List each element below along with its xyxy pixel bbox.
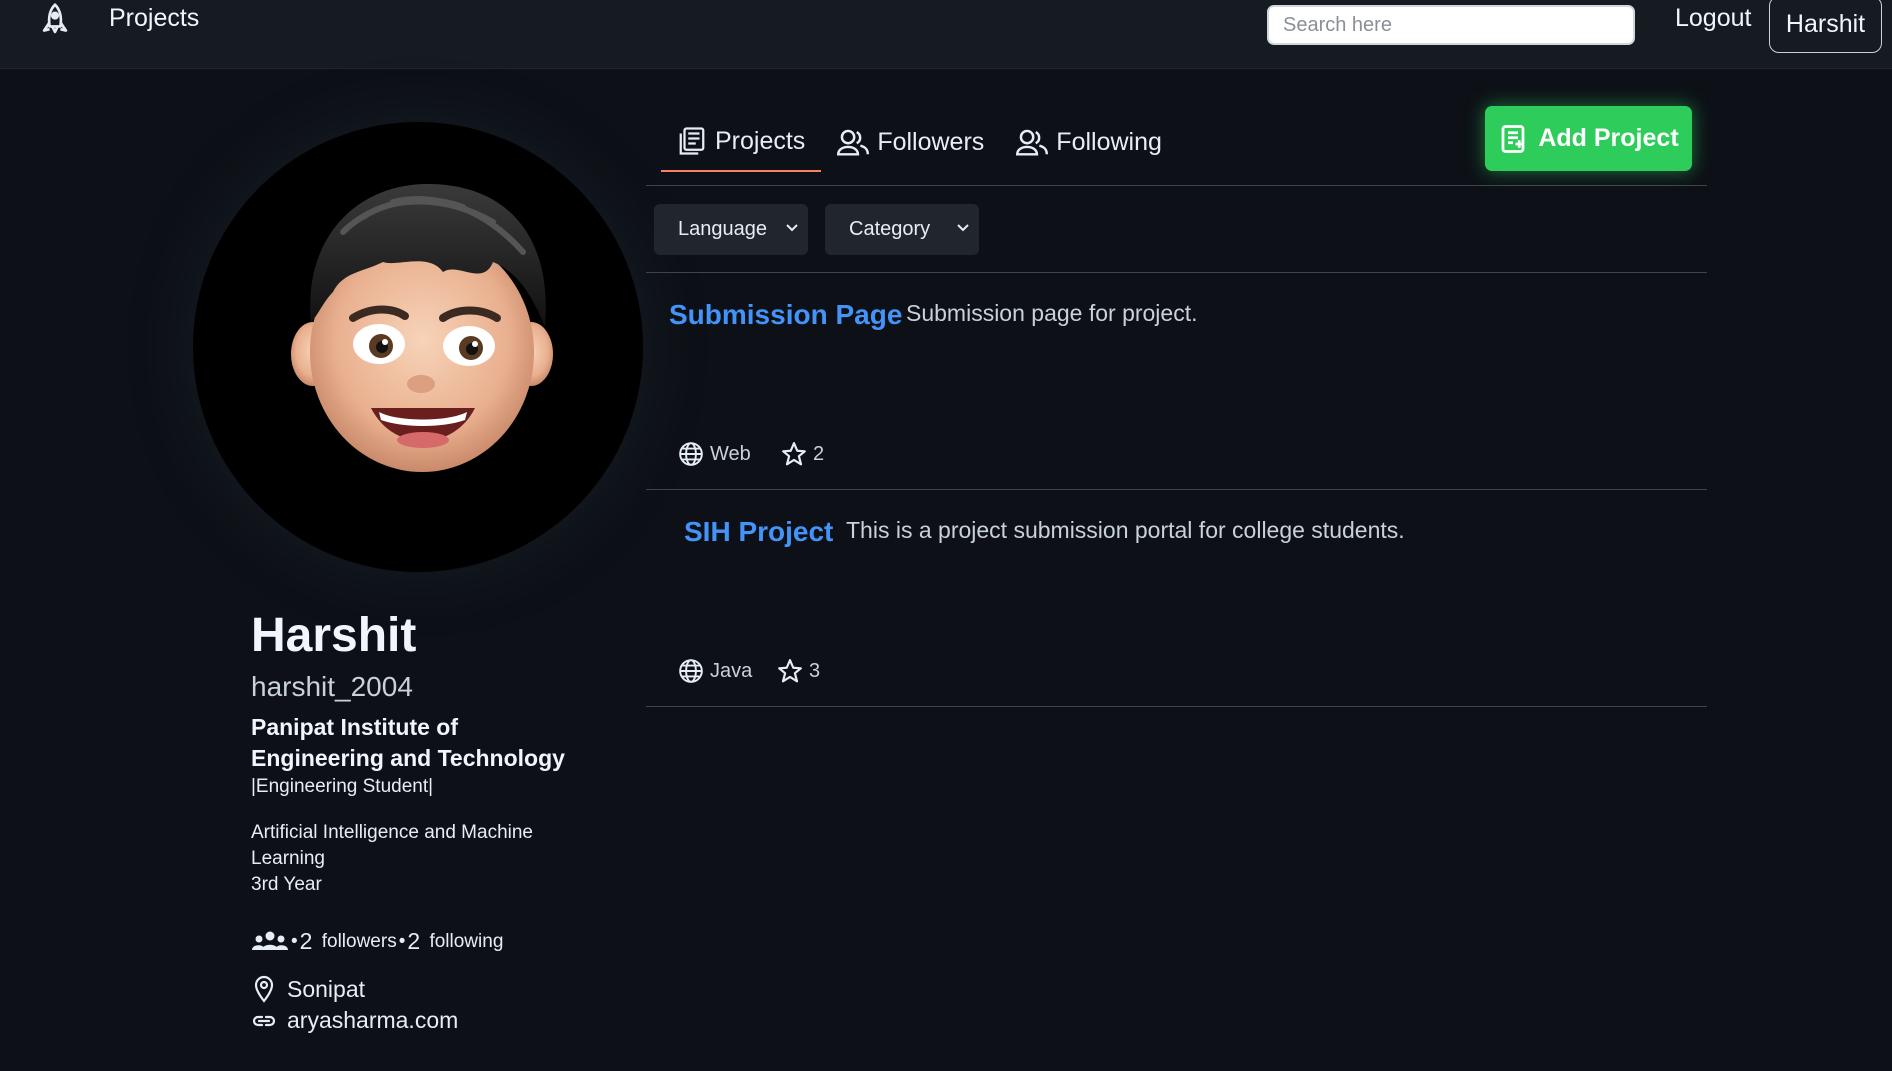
- separator: •: [398, 930, 406, 952]
- logout-button[interactable]: Logout: [1675, 4, 1751, 33]
- star-icon: [778, 659, 802, 683]
- project-stars-count: 2: [813, 442, 825, 465]
- chevron-down-icon: [957, 224, 969, 232]
- globe-icon: [679, 659, 703, 683]
- location-row: Sonipat: [251, 975, 591, 1003]
- add-project-label: Add Project: [1538, 124, 1679, 152]
- location-pin-icon: [254, 975, 274, 1003]
- project-description: Submission page for project.: [906, 300, 1198, 326]
- project-item: Submission Page Submission page for proj…: [646, 273, 1707, 490]
- globe-icon: [679, 442, 703, 466]
- tab-followers[interactable]: Followers: [821, 112, 1000, 172]
- project-category-label: Java: [710, 659, 753, 682]
- tab-label: Projects: [715, 126, 806, 155]
- project-category: Web: [678, 441, 751, 467]
- tab-following[interactable]: Following: [1000, 112, 1178, 172]
- project-title-link[interactable]: Submission Page: [669, 299, 902, 331]
- following-label[interactable]: following: [429, 931, 503, 953]
- people-group-icon: [252, 931, 288, 950]
- project-category-label: Web: [710, 442, 751, 465]
- category-dropdown-label: Category: [849, 218, 931, 240]
- language-dropdown[interactable]: Language: [654, 204, 808, 255]
- profile-location: Sonipat: [287, 975, 366, 1002]
- project-item: SIH Project This is a project submission…: [646, 490, 1707, 707]
- divider: [646, 185, 1707, 186]
- tab-label: Followers: [877, 127, 985, 156]
- tab-label: Following: [1056, 127, 1162, 156]
- profile-year: 3rd Year: [251, 874, 322, 895]
- profile-info: Harshit harshit_2004 Panipat Institute o…: [251, 606, 591, 1034]
- search-input[interactable]: [1267, 5, 1635, 45]
- project-title-link[interactable]: SIH Project: [684, 516, 833, 548]
- rocket-icon[interactable]: [38, 2, 72, 40]
- star-icon: [782, 442, 806, 466]
- followers-count[interactable]: 2: [300, 928, 313, 955]
- follow-stats: • 2 followers • 2 following: [251, 928, 591, 955]
- memoji-avatar-image: [291, 184, 553, 472]
- top-navbar: Projects Logout Harshit: [0, 0, 1892, 69]
- profile-role: |Engineering Student|: [251, 776, 434, 797]
- separator: •: [291, 930, 298, 952]
- profile-tabs: Projects Followers Following: [661, 112, 1178, 174]
- add-document-icon: [1501, 124, 1525, 153]
- project-description: This is a project submission portal for …: [846, 517, 1405, 543]
- link-icon: [252, 1015, 276, 1026]
- profile-username: harshit_2004: [251, 671, 413, 702]
- user-menu-button[interactable]: Harshit: [1769, 0, 1882, 53]
- profile-website-link[interactable]: aryasharma.com: [287, 1007, 458, 1034]
- project-stars[interactable]: 3: [777, 658, 820, 684]
- tab-projects[interactable]: Projects: [661, 112, 822, 172]
- profile-name: Harshit: [251, 609, 417, 662]
- brand-link[interactable]: Projects: [109, 4, 199, 33]
- projects-icon: [679, 127, 705, 155]
- followers-label[interactable]: followers: [322, 931, 397, 953]
- avatar: [193, 122, 643, 572]
- people-icon: [1016, 129, 1049, 156]
- project-category: Java: [678, 658, 752, 684]
- add-project-button[interactable]: Add Project: [1485, 106, 1692, 171]
- following-count[interactable]: 2: [407, 928, 420, 955]
- project-stars-count: 3: [809, 659, 821, 682]
- profile-institute: Panipat Institute of Engineering and Tec…: [251, 714, 565, 771]
- website-row: aryasharma.com: [251, 1007, 591, 1034]
- profile-branch: Artificial Intelligence and Machine Lear…: [251, 822, 533, 869]
- category-dropdown[interactable]: Category: [825, 204, 979, 255]
- people-icon: [837, 129, 870, 156]
- language-dropdown-label: Language: [678, 218, 767, 240]
- chevron-down-icon: [786, 224, 798, 232]
- project-stars[interactable]: 2: [781, 441, 824, 467]
